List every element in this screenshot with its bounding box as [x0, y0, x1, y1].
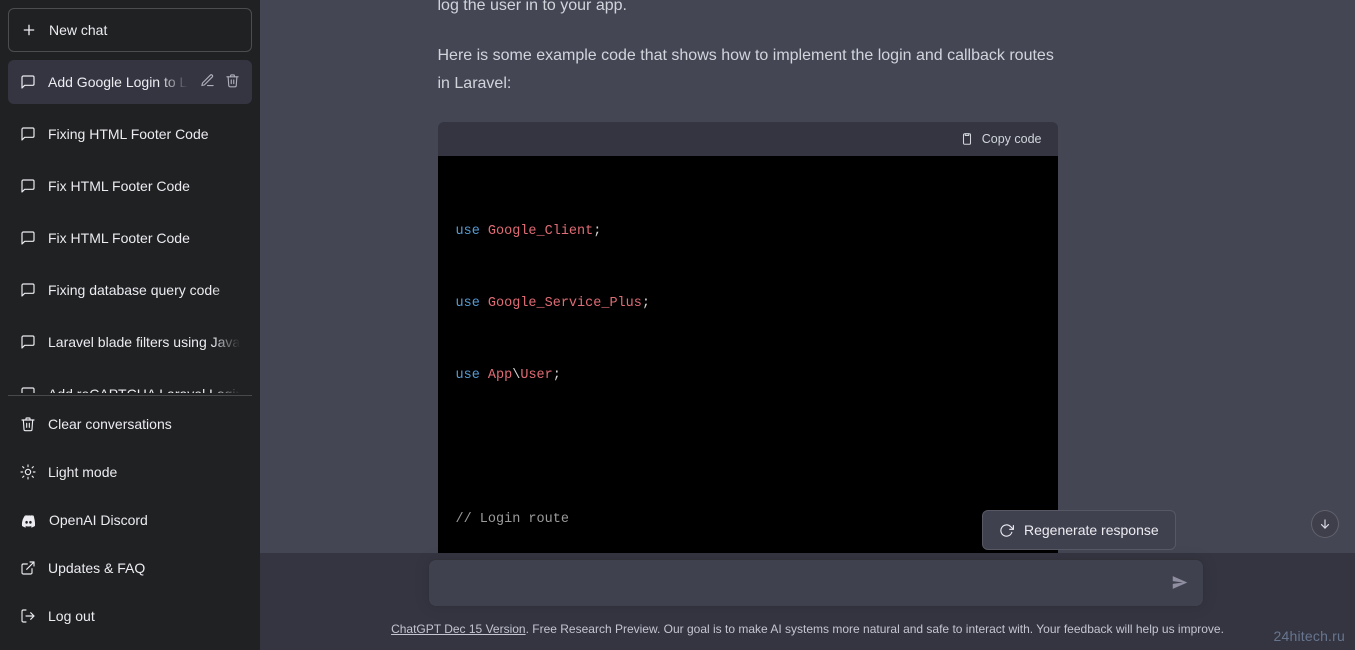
plus-icon: [21, 22, 37, 38]
conversation-item-4[interactable]: Fixing database query code: [8, 268, 252, 312]
sidebar-item-log-out[interactable]: Log out: [8, 594, 252, 638]
footer-note: ChatGPT Dec 15 Version. Free Research Pr…: [260, 622, 1355, 636]
conversation-actions: [200, 73, 240, 91]
edit-icon[interactable]: [200, 73, 215, 91]
sidebar-item-label: Log out: [48, 608, 95, 624]
sidebar-item-clear-conversations[interactable]: Clear conversations: [8, 402, 252, 446]
conversation-title: Fixing database query code: [48, 282, 240, 298]
conversation-item-3[interactable]: Fix HTML Footer Code: [8, 216, 252, 260]
delete-icon[interactable]: [225, 73, 240, 91]
chat-bubble-icon: [20, 230, 36, 246]
send-icon: [1171, 574, 1188, 591]
composer-box: [428, 559, 1204, 607]
code-block: Copy code use Google_Client; use Google_…: [437, 122, 1058, 553]
clipboard-icon: [960, 132, 974, 146]
conversation-title: Add reCAPTCHA Laravel Login: [48, 386, 240, 393]
sidebar-item-light-mode[interactable]: Light mode: [8, 450, 252, 494]
composer-area: ChatGPT Dec 15 Version. Free Research Pr…: [260, 553, 1355, 650]
conversation-list: Add Google Login to La Fixing HTML Foote…: [8, 60, 252, 393]
code-content[interactable]: use Google_Client; use Google_Service_Pl…: [437, 156, 1058, 553]
message-thread: log the user in to your app. Here is som…: [260, 0, 1355, 553]
watermark: 24hitech.ru: [1273, 628, 1345, 644]
conversation-item-5[interactable]: Laravel blade filters using Java: [8, 320, 252, 364]
main-panel: log the user in to your app. Here is som…: [260, 0, 1355, 650]
sidebar-item-label: Updates & FAQ: [48, 560, 146, 576]
sidebar-item-label: Light mode: [48, 464, 118, 480]
conversation-item-1[interactable]: Fixing HTML Footer Code: [8, 112, 252, 156]
footer-text: . Free Research Preview. Our goal is to …: [525, 622, 1224, 636]
external-link-icon: [20, 560, 36, 576]
chat-bubble-icon: [20, 282, 36, 298]
chat-bubble-icon: [20, 386, 36, 393]
new-chat-label: New chat: [49, 22, 108, 38]
sidebar-item-updates-faq[interactable]: Updates & FAQ: [8, 546, 252, 590]
chat-bubble-icon: [20, 126, 36, 142]
chat-bubble-icon: [20, 74, 36, 90]
sidebar-item-label: OpenAI Discord: [49, 512, 148, 528]
chat-input[interactable]: [429, 560, 1203, 606]
send-button[interactable]: [1163, 566, 1195, 598]
refresh-icon: [999, 523, 1014, 538]
regenerate-response-button[interactable]: Regenerate response: [982, 510, 1176, 550]
conversation-title: Laravel blade filters using Java: [48, 334, 240, 350]
code-block-header: Copy code: [437, 122, 1058, 156]
chatgpt-app: New chat Add Google Login to La Fixing H…: [0, 0, 1355, 650]
logout-icon: [20, 608, 36, 624]
version-link[interactable]: ChatGPT Dec 15 Version: [391, 622, 526, 636]
message-paragraph-2: Here is some example code that shows how…: [437, 47, 1054, 92]
conversation-item-2[interactable]: Fix HTML Footer Code: [8, 164, 252, 208]
conversation-item-6[interactable]: Add reCAPTCHA Laravel Login: [8, 372, 252, 393]
conversation-title: Fix HTML Footer Code: [48, 178, 240, 194]
sun-icon: [20, 464, 36, 480]
trash-icon: [20, 416, 36, 432]
sidebar-item-label: Clear conversations: [48, 416, 172, 432]
regenerate-response-label: Regenerate response: [1024, 522, 1159, 538]
scroll-down-icon: [1318, 517, 1332, 531]
conversation-title: Add Google Login to La: [48, 74, 188, 90]
message-paragraph-1: log the user in to your app.: [437, 0, 627, 14]
chat-bubble-icon: [20, 178, 36, 194]
discord-icon: [20, 512, 37, 529]
sidebar: New chat Add Google Login to La Fixing H…: [0, 0, 260, 650]
scroll-to-bottom-button[interactable]: [1311, 510, 1339, 538]
assistant-message: log the user in to your app. Here is som…: [418, 0, 1078, 553]
conversation-title: Fix HTML Footer Code: [48, 230, 240, 246]
conversation-title: Fixing HTML Footer Code: [48, 126, 240, 142]
copy-code-label: Copy code: [981, 132, 1042, 146]
sidebar-item-openai-discord[interactable]: OpenAI Discord: [8, 498, 252, 542]
new-chat-button[interactable]: New chat: [8, 8, 252, 52]
chat-bubble-icon: [20, 334, 36, 350]
conversation-item-0[interactable]: Add Google Login to La: [8, 60, 252, 104]
sidebar-divider: [8, 395, 252, 396]
copy-code-button[interactable]: Copy code: [960, 132, 1042, 146]
